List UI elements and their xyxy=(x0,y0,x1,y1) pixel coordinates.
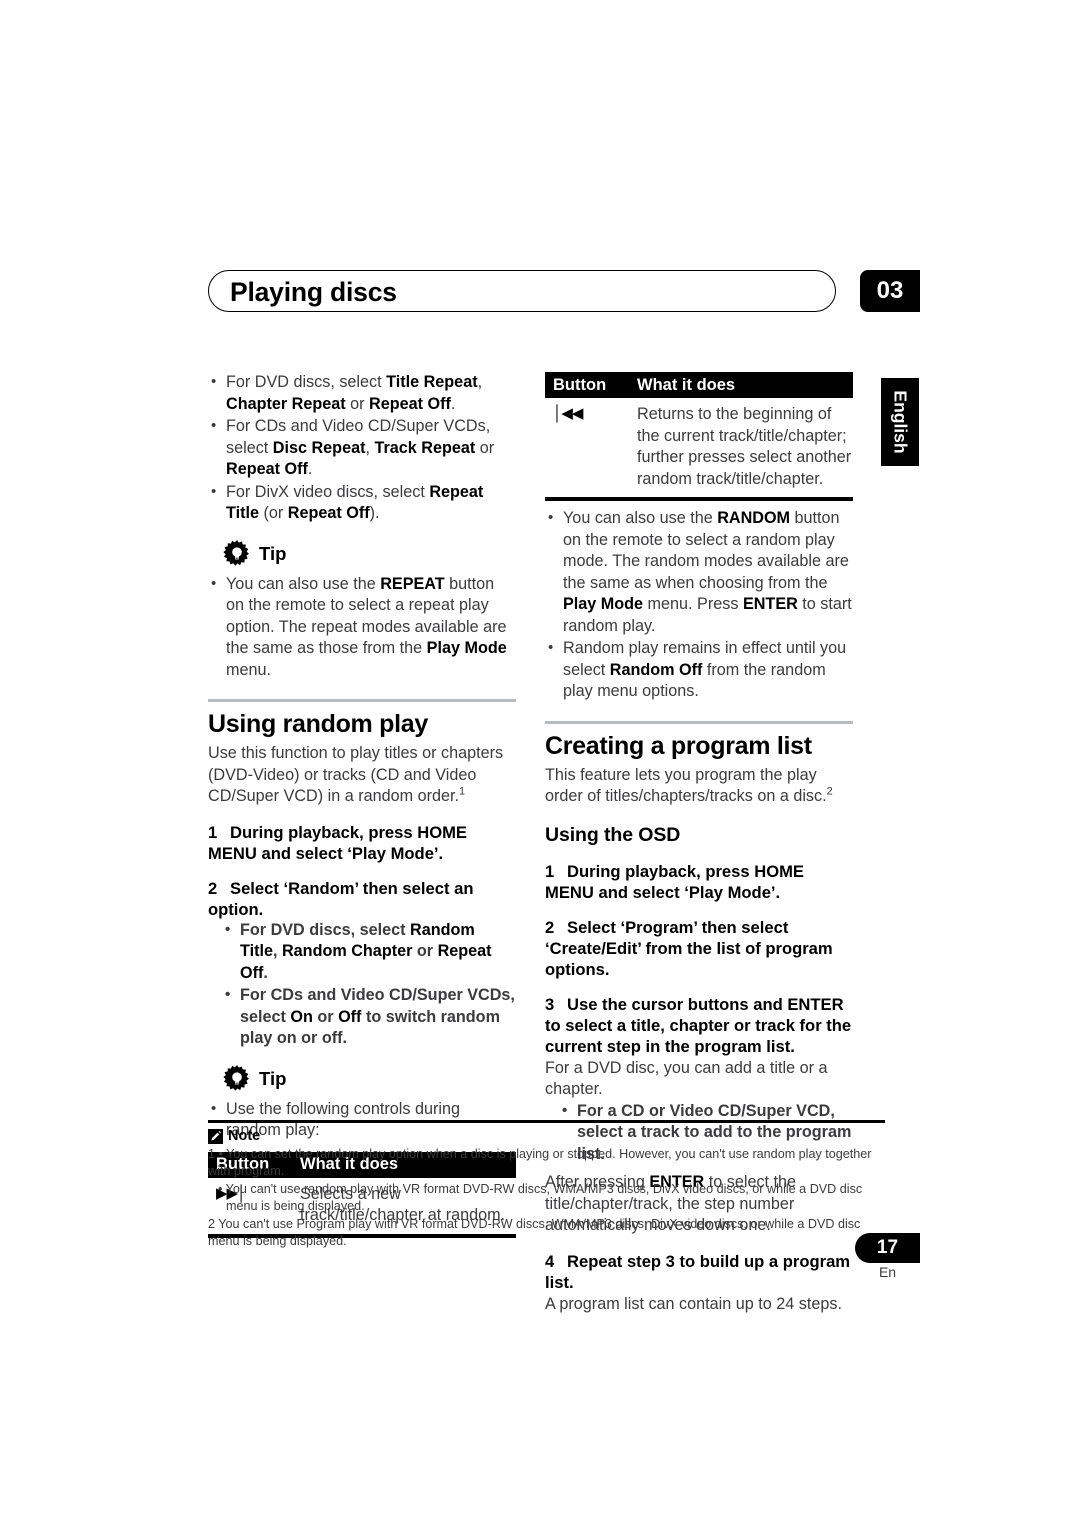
list-item: For CDs and Video CD/Super VCDs, select … xyxy=(208,415,516,481)
step-number: 4 xyxy=(545,1251,555,1271)
tip-repeat-list: You can also use the REPEAT button on th… xyxy=(208,573,516,682)
step-number: 2 xyxy=(545,917,555,937)
tip-label: Tip xyxy=(259,1067,287,1089)
footnote-1-sub: • You can't use random play with VR form… xyxy=(218,1182,863,1213)
step-text: During playback, press HOME MENU and sel… xyxy=(208,822,467,863)
step-number: 3 xyxy=(545,994,555,1014)
step-number: 1 xyxy=(208,822,218,842)
step-text: Repeat step 3 to build up a program list… xyxy=(545,1251,851,1292)
section-divider xyxy=(208,699,516,702)
table-header-row: Button What it does xyxy=(545,372,853,398)
table-cell-description: Returns to the beginning of the current … xyxy=(637,405,852,488)
section-title-program-list: Creating a program list xyxy=(545,731,812,760)
list-item: You can also use the REPEAT button on th… xyxy=(208,573,516,682)
pencil-note-icon xyxy=(208,1128,223,1144)
section-intro-program-list: This feature lets you program the play o… xyxy=(545,765,833,806)
step-number: 2 xyxy=(208,878,218,898)
table-bottom-rule xyxy=(545,497,853,501)
notes-block: Note 1 • You can set the random play opt… xyxy=(208,1120,885,1249)
step-program-1: 1 During playback, press HOME MENU and se… xyxy=(545,861,853,903)
step-random-2: 2 Select ‘Random’ then select an option. … xyxy=(208,878,516,1050)
footnote-1: 1 • You can set the random play option w… xyxy=(208,1147,872,1178)
running-header: Playing discs 03 xyxy=(208,270,920,314)
random-notes-list: You can also use the RANDOM button on th… xyxy=(545,507,853,703)
page-number-badge: 17 xyxy=(855,1233,920,1263)
tip-heading-repeat: Tip xyxy=(222,539,516,569)
page-language-code: En xyxy=(878,1264,897,1280)
column-header-what-it-does: What it does xyxy=(637,375,736,394)
list-item: For DVD discs, select Title Repeat, Chap… xyxy=(208,371,516,415)
step-number: 1 xyxy=(545,861,555,881)
column-header-button: Button xyxy=(553,375,607,394)
table-row: │◀◀ Returns to the beginning of the curr… xyxy=(545,398,853,497)
step-program-4-body: A program list can contain up to 24 step… xyxy=(545,1294,842,1313)
step-program-3-body: For a DVD disc, you can add a title or a… xyxy=(545,1058,828,1099)
gear-bulb-icon xyxy=(222,1064,252,1094)
step-text: Select ‘Random’ then select an option. xyxy=(208,878,474,919)
previous-track-icon: │◀◀ xyxy=(553,405,583,422)
list-item: Random play remains in effect until you … xyxy=(545,637,853,703)
notes-top-rule xyxy=(208,1120,885,1123)
repeat-options-list: For DVD discs, select Title Repeat, Chap… xyxy=(208,371,516,525)
step-text: During playback, press HOME MENU and sel… xyxy=(545,861,804,902)
language-tab: English xyxy=(881,378,919,466)
left-column: For DVD discs, select Title Repeat, Chap… xyxy=(208,371,516,1238)
section-divider xyxy=(545,720,853,724)
step-program-2: 2 Select ‘Program’ then select ‘Create/Ed… xyxy=(545,917,853,980)
list-item: You can also use the RANDOM button on th… xyxy=(545,507,853,637)
step-random-2-bullets: For DVD discs, select Random Title, Rand… xyxy=(208,919,516,1050)
section-title-random-play: Using random play xyxy=(208,710,428,738)
step-program-4: 4 Repeat step 3 to build up a program lis… xyxy=(545,1251,853,1316)
chapter-badge: 03 xyxy=(860,270,920,312)
list-item: For DVD discs, select Random Title, Rand… xyxy=(208,919,516,985)
tip-heading-random: Tip xyxy=(222,1064,516,1094)
manual-page: Playing discs 03 English For DVD discs, … xyxy=(0,0,1080,1528)
subsection-title-using-the-osd: Using the OSD xyxy=(545,823,681,846)
gear-bulb-icon xyxy=(222,539,252,569)
language-tab-label: English xyxy=(890,390,911,454)
note-heading: Note xyxy=(208,1128,885,1144)
list-item: For CDs and Video CD/Super VCDs, select … xyxy=(208,984,516,1050)
list-item: For DivX video discs, select Repeat Titl… xyxy=(208,481,516,525)
tip-label: Tip xyxy=(259,542,287,564)
note-label: Note xyxy=(228,1128,261,1144)
step-text: Select ‘Program’ then select ‘Create/Edi… xyxy=(545,917,833,979)
footnote-2: 2 You can't use Program play with VR for… xyxy=(208,1217,861,1248)
step-random-1: 1 During playback, press HOME MENU and se… xyxy=(208,822,516,864)
section-intro-random-play: Use this function to play titles or chap… xyxy=(208,744,504,805)
button-table-random-right: Button What it does │◀◀ Returns to the b… xyxy=(545,372,853,501)
step-text: Use the cursor buttons and ENTER to sele… xyxy=(545,994,852,1056)
page-title: Playing discs xyxy=(230,277,397,307)
